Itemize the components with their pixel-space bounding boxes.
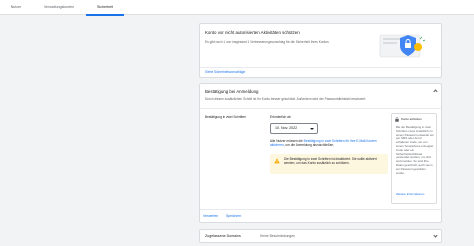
two-step-row-label: Bestätigung in zwei Schritten	[205, 115, 246, 119]
expand-chevron-icon[interactable]	[433, 233, 438, 238]
two-step-note: Alle Nutzer müssen die Bestätigung in zw…	[270, 139, 388, 148]
warning-icon	[274, 158, 280, 164]
two-step-divider	[200, 108, 441, 109]
two-step-subtitle: Durch diesen zusätzlichen Schritt ist Ih…	[205, 97, 367, 101]
security-card-divider	[200, 67, 441, 68]
allowed-domains-value: Keine Beschränkungen	[260, 234, 296, 238]
collapse-chevron-icon[interactable]	[433, 89, 438, 94]
two-step-title: Bestätigung bei Anmeldung	[205, 89, 259, 94]
tab-sicherheit[interactable]: Sicherheit	[86, 0, 124, 16]
tab-nutzer[interactable]: Nutzer	[0, 0, 32, 15]
shield-illustration	[379, 34, 426, 58]
security-suggestions-card: Konto vor nicht autorisierten Aktivitäte…	[199, 23, 442, 78]
tab-verwaltungskonten[interactable]: Verwaltungskonten	[34, 0, 84, 15]
security-card-title: Konto vor nicht autorisierten Aktivitäte…	[205, 30, 300, 35]
note-prefix: Alle Nutzer müssen die	[270, 139, 303, 143]
allowed-domains-title: Zugelassene Domains	[205, 234, 241, 238]
cancel-button[interactable]: Verwerfen	[203, 214, 218, 218]
note-suffix: , um die Anmeldung abzuschließen.	[283, 143, 335, 148]
warning-text: Die Bestätigung in zwei Schritten ist de…	[284, 157, 377, 166]
info-title: Konto schützen	[401, 117, 422, 121]
save-button[interactable]: Speichern	[226, 214, 241, 218]
info-text: Bei der Bestätigung in zwei Schritten mu…	[396, 125, 434, 175]
learn-more-link[interactable]: Weitere Informationen	[396, 192, 435, 197]
enforcement-date-select[interactable]: 10. Nov. 2022	[270, 123, 318, 134]
tab-bar: Nutzer Verwaltungskonten Sicherheit	[0, 0, 474, 16]
dropdown-caret-icon	[310, 127, 314, 130]
info-panel: Konto schützen Bei der Bestätigung in zw…	[391, 113, 437, 204]
footer-divider	[200, 209, 441, 210]
allowed-domains-card[interactable]: Zugelassene Domains Keine Beschränkungen	[199, 229, 442, 243]
warning-box: Die Bestätigung in zwei Schritten ist de…	[270, 154, 388, 174]
enforcement-date-value: 10. Nov. 2022	[275, 126, 298, 130]
security-card-description: Es gibt noch 1 von insgesamt 1 Verbesser…	[205, 40, 329, 44]
two-step-card: Bestätigung bei Anmeldung Durch diesen z…	[199, 83, 442, 223]
lock-icon	[395, 117, 399, 122]
security-suggestions-link[interactable]: Siehe Sicherheitsvorschläge	[205, 70, 245, 74]
required-from-label: Erforderlich ab	[270, 115, 291, 119]
